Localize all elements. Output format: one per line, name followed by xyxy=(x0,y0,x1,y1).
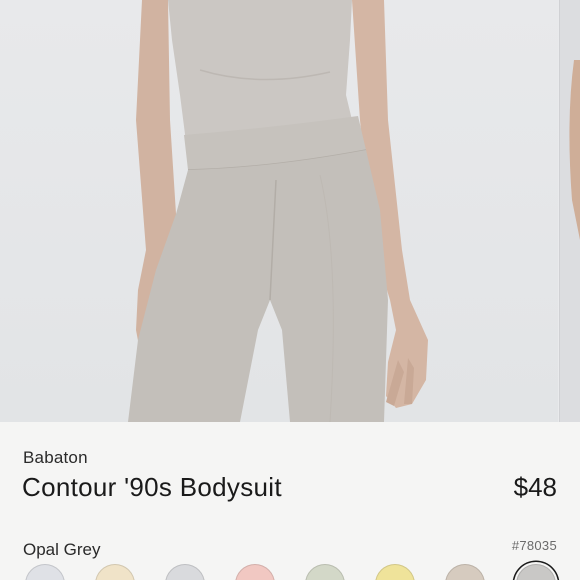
swatch-light-grey[interactable] xyxy=(25,564,65,580)
swatch-cream[interactable] xyxy=(95,564,135,580)
brand-name[interactable]: Babaton xyxy=(23,448,88,468)
swatch-opal-grey[interactable] xyxy=(516,564,556,580)
product-image-gallery[interactable] xyxy=(0,0,580,422)
swatch-sage[interactable] xyxy=(305,564,345,580)
swatch-silver-grey[interactable] xyxy=(165,564,205,580)
product-title: Contour '90s Bodysuit xyxy=(22,472,282,502)
swatch-taupe[interactable] xyxy=(445,564,485,580)
swatch-pink[interactable] xyxy=(235,564,275,580)
swatch-yellow[interactable] xyxy=(375,564,415,580)
product-price: $48 xyxy=(513,472,557,502)
model-photo xyxy=(128,0,580,422)
product-sku: #78035 xyxy=(511,538,557,553)
selected-color-label: Opal Grey xyxy=(23,540,101,559)
product-info-panel: Babaton Contour '90s Bodysuit $48 Opal G… xyxy=(0,422,580,580)
color-swatch-list xyxy=(0,564,580,580)
